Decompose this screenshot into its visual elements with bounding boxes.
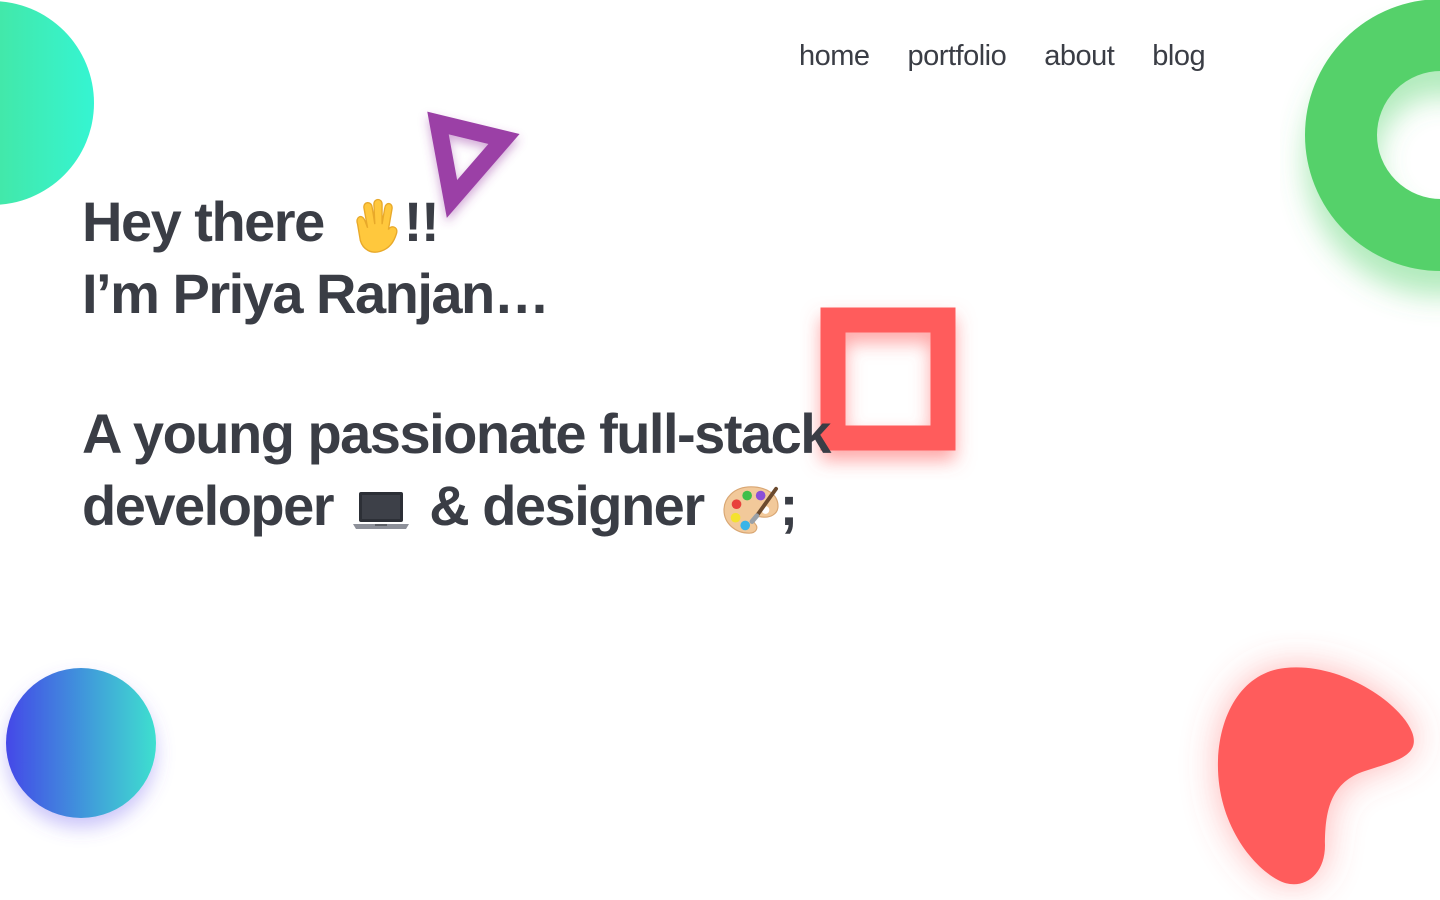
hero-semicolon: ; xyxy=(779,474,799,537)
hero-tagline-line-1: A young passionate full-stack xyxy=(82,402,831,465)
top-right-green-ring xyxy=(1305,0,1440,271)
hero-name-line: I’m Priya Ranjan… xyxy=(82,262,550,325)
raised-hand-icon xyxy=(356,199,398,253)
hero-heading: Hey there !! I’m Priya Ranjan… A young p… xyxy=(82,186,831,542)
developer-highlight: developer xyxy=(82,470,335,542)
ampersand: & xyxy=(429,474,469,537)
nav-home-link[interactable]: home xyxy=(799,40,870,73)
hero-greeting: Hey there xyxy=(82,190,325,253)
bottom-left-gradient-circle xyxy=(6,668,156,818)
laptop-icon xyxy=(353,492,410,530)
main-nav: home portfolio about blog xyxy=(799,40,1206,73)
hero-tagline-line-2: developer & designer ; xyxy=(82,470,830,542)
artist-palette-icon xyxy=(723,486,779,534)
nav-about-link[interactable]: about xyxy=(1044,40,1115,73)
bottom-right-coral-blob xyxy=(1217,667,1414,885)
top-left-gradient-circle xyxy=(0,1,94,205)
designer-highlight: designer xyxy=(482,470,705,542)
hero-greeting-end: !! xyxy=(403,190,440,253)
hero-spacer xyxy=(82,330,830,398)
hero-greeting-line: Hey there !! xyxy=(82,186,830,258)
nav-blog-link[interactable]: blog xyxy=(1152,40,1205,73)
nav-portfolio-link[interactable]: portfolio xyxy=(908,40,1007,73)
